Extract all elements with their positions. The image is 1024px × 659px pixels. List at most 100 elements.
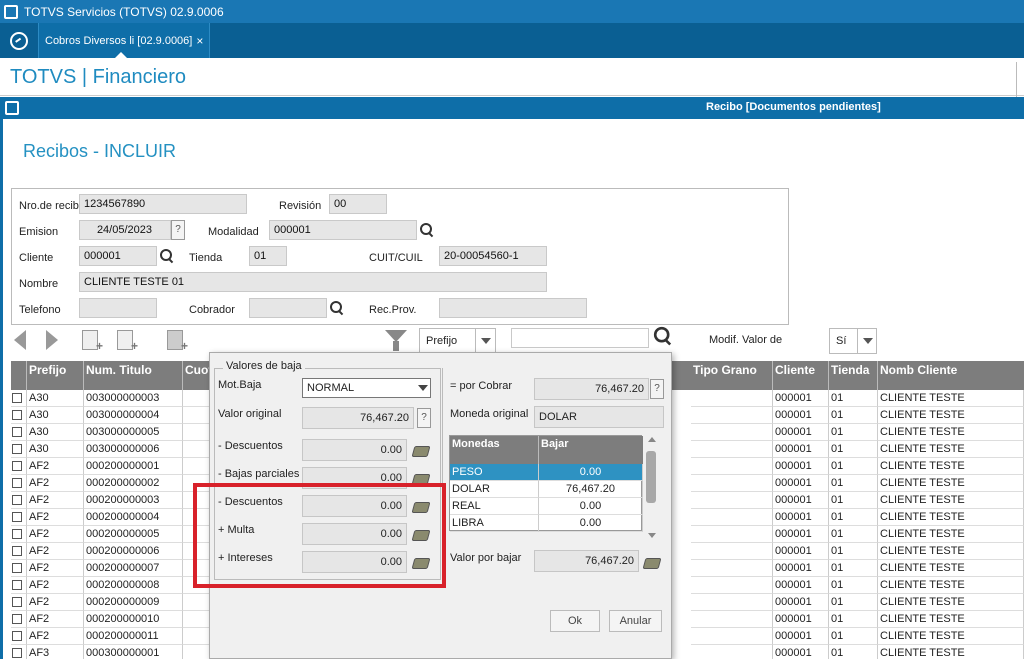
tab-cobros-diversos[interactable]: Cobros Diversos li [02.9.0006] × — [38, 23, 211, 58]
nombre-field[interactable]: CLIENTE TESTE 01 — [79, 272, 547, 292]
revision-field[interactable]: 00 — [329, 194, 387, 214]
cliente-field[interactable]: 000001 — [79, 246, 157, 266]
add-document-icon[interactable] — [82, 330, 103, 353]
cliente-search-icon[interactable] — [160, 249, 174, 263]
filter-field-dropdown-icon[interactable] — [475, 328, 495, 354]
add-copy-icon[interactable] — [117, 330, 138, 353]
cell-cb[interactable] — [11, 441, 27, 458]
header-num-titulo[interactable]: Num. Titulo — [84, 361, 183, 390]
grid-search-input[interactable] — [511, 328, 649, 348]
row-checkbox[interactable] — [12, 597, 22, 607]
descuentos-field[interactable]: 0.00 — [302, 439, 407, 461]
header-bajar[interactable]: Bajar — [539, 436, 643, 464]
row-checkbox[interactable] — [12, 648, 22, 658]
cell-cb[interactable] — [11, 458, 27, 475]
scroll-thumb[interactable] — [646, 451, 656, 503]
row-checkbox[interactable] — [12, 393, 22, 403]
next-arrow-icon[interactable] — [46, 330, 58, 350]
valor-bajar-field[interactable]: 76,467.20 — [534, 550, 639, 572]
row-checkbox[interactable] — [12, 461, 22, 471]
scroll-down-icon[interactable] — [648, 533, 656, 538]
previous-arrow-icon[interactable] — [14, 330, 26, 350]
modif-valor-dropdown-icon[interactable] — [857, 328, 877, 354]
cell-cb[interactable] — [11, 560, 27, 577]
row-checkbox[interactable] — [12, 546, 22, 556]
row-checkbox[interactable] — [12, 410, 22, 420]
modalidad-search-icon[interactable] — [420, 223, 434, 237]
row-checkbox[interactable] — [12, 478, 22, 488]
cobrador-field[interactable] — [249, 298, 327, 318]
cell-cb[interactable] — [11, 407, 27, 424]
cell-cb[interactable] — [11, 594, 27, 611]
cell-cb[interactable] — [11, 543, 27, 560]
header-monedas[interactable]: Monedas — [450, 436, 539, 464]
cell-num: 000200000010 — [84, 611, 183, 628]
home-icon[interactable] — [10, 31, 28, 50]
cuit-field[interactable]: 20-00054560-1 — [439, 246, 547, 266]
cell-tienda: 01 — [829, 492, 878, 509]
cell-cb[interactable] — [11, 475, 27, 492]
cell-cb[interactable] — [11, 390, 27, 407]
cell-cb[interactable] — [11, 628, 27, 645]
anular-button[interactable]: Anular — [609, 610, 662, 632]
moneda-original-field[interactable]: DOLAR — [534, 406, 664, 428]
cell-cb[interactable] — [11, 577, 27, 594]
cell-cb[interactable] — [11, 424, 27, 441]
row-checkbox[interactable] — [12, 529, 22, 539]
row-checkbox[interactable] — [12, 444, 22, 454]
row-checkbox[interactable] — [12, 427, 22, 437]
modalidad-field[interactable]: 000001 — [269, 220, 417, 240]
money-icon[interactable] — [411, 446, 431, 457]
grid-header-check — [11, 361, 27, 390]
telefono-field[interactable] — [79, 298, 157, 318]
moneda-row[interactable]: PESO 0.00 — [450, 464, 643, 481]
row-checkbox[interactable] — [12, 614, 22, 624]
header-tipo-grano[interactable]: Tipo Grano — [691, 361, 773, 390]
moneda-row[interactable]: DOLAR 76,467.20 — [450, 481, 643, 498]
cell-cliente: 000001 — [773, 492, 829, 509]
cell-tienda: 01 — [829, 475, 878, 492]
cobrador-search-icon[interactable] — [330, 301, 344, 315]
cell-cb[interactable] — [11, 611, 27, 628]
row-checkbox[interactable] — [12, 580, 22, 590]
cell-cb[interactable] — [11, 526, 27, 543]
monedas-scrollbar[interactable] — [644, 435, 658, 541]
cell-nomb: CLIENTE TESTE — [878, 543, 1024, 560]
row-checkbox[interactable] — [12, 512, 22, 522]
row-checkbox[interactable] — [12, 495, 22, 505]
cell-tipo — [691, 390, 773, 407]
cell-cb[interactable] — [11, 509, 27, 526]
valor-original-help-button[interactable]: ? — [417, 408, 431, 428]
valor-bajar-label: Valor por bajar — [450, 552, 522, 564]
nro-field[interactable]: 1234567890 — [79, 194, 247, 214]
calculator-icon[interactable] — [167, 330, 188, 353]
tab-close-icon[interactable]: × — [196, 34, 203, 48]
header-tienda[interactable]: Tienda — [829, 361, 878, 390]
emision-help-button[interactable]: ? — [171, 220, 185, 240]
scroll-up-icon[interactable] — [648, 437, 656, 442]
recprov-field[interactable] — [439, 298, 587, 318]
moneda-row[interactable]: LIBRA 0.00 — [450, 515, 643, 532]
money-icon[interactable] — [642, 558, 662, 569]
header-nomb-cliente[interactable]: Nomb Cliente — [878, 361, 1024, 390]
row-checkbox[interactable] — [12, 631, 22, 641]
header-prefijo[interactable]: Prefijo — [27, 361, 84, 390]
cell-cb[interactable] — [11, 645, 27, 659]
tienda-field[interactable]: 01 — [249, 246, 287, 266]
grid-search-icon[interactable] — [653, 326, 672, 345]
cell-tienda: 01 — [829, 526, 878, 543]
cell-tipo — [691, 509, 773, 526]
por-cobrar-field[interactable]: 76,467.20 — [534, 378, 649, 400]
por-cobrar-help-button[interactable]: ? — [650, 379, 664, 399]
motbaja-dropdown-icon[interactable] — [418, 385, 428, 391]
cell-cb[interactable] — [11, 492, 27, 509]
cliente-label: Cliente — [19, 252, 54, 264]
moneda-row[interactable]: REAL 0.00 — [450, 498, 643, 515]
motbaja-select[interactable]: NORMAL — [302, 378, 431, 398]
header-cliente[interactable]: Cliente — [773, 361, 829, 390]
valor-original-field[interactable]: 76,467.20 — [302, 407, 414, 429]
emision-field[interactable]: 24/05/2023 — [79, 220, 171, 240]
row-checkbox[interactable] — [12, 563, 22, 573]
ok-button[interactable]: Ok — [550, 610, 600, 632]
cell-tipo — [691, 424, 773, 441]
